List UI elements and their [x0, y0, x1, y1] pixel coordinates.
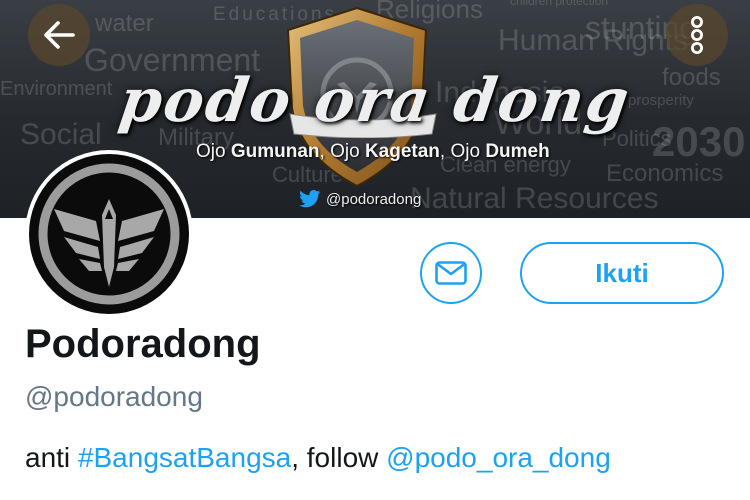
- back-button[interactable]: [28, 4, 90, 66]
- follow-button[interactable]: Ikuti: [520, 242, 724, 304]
- profile-display-name: Podoradong: [25, 322, 261, 366]
- banner-word: Social: [20, 118, 102, 151]
- message-button[interactable]: [420, 242, 482, 304]
- bio-text: anti: [25, 442, 78, 473]
- banner-word: Environment: [0, 78, 113, 100]
- more-options-button[interactable]: [666, 4, 728, 66]
- banner-twitter-handle: @podoradong: [299, 190, 421, 208]
- arrow-left-icon: [44, 21, 75, 49]
- eagle-shield-icon: [38, 163, 180, 305]
- banner-word: Human Rights: [498, 24, 689, 57]
- banner-brand-title: podo ora dong: [115, 66, 635, 136]
- more-vertical-icon: [691, 16, 703, 54]
- banner-handle-text: @podoradong: [326, 190, 422, 208]
- bio-mention-link[interactable]: @podo_ora_dong: [386, 442, 611, 473]
- avatar-image: [29, 154, 189, 314]
- avatar[interactable]: [25, 150, 193, 318]
- banner-word: children protection: [510, 0, 609, 8]
- profile-bio: anti #BangsatBangsa, follow @podo_ora_do…: [25, 442, 611, 474]
- twitter-bird-icon: [299, 190, 321, 208]
- banner-word: 2030: [652, 118, 746, 165]
- profile-screen-name: @podoradong: [25, 381, 203, 412]
- bio-text: , follow: [291, 442, 387, 473]
- banner-word: foods: [662, 64, 721, 91]
- banner-word: water: [95, 10, 154, 37]
- banner-tagline: Ojo Gumunan, Ojo Kagetan, Ojo Dumeh: [196, 141, 550, 162]
- bio-hashtag-link[interactable]: #BangsatBangsa: [78, 442, 291, 473]
- envelope-icon: [435, 261, 467, 285]
- banner-word: Natural Resources: [410, 182, 659, 215]
- banner-word: prosperity: [628, 92, 694, 109]
